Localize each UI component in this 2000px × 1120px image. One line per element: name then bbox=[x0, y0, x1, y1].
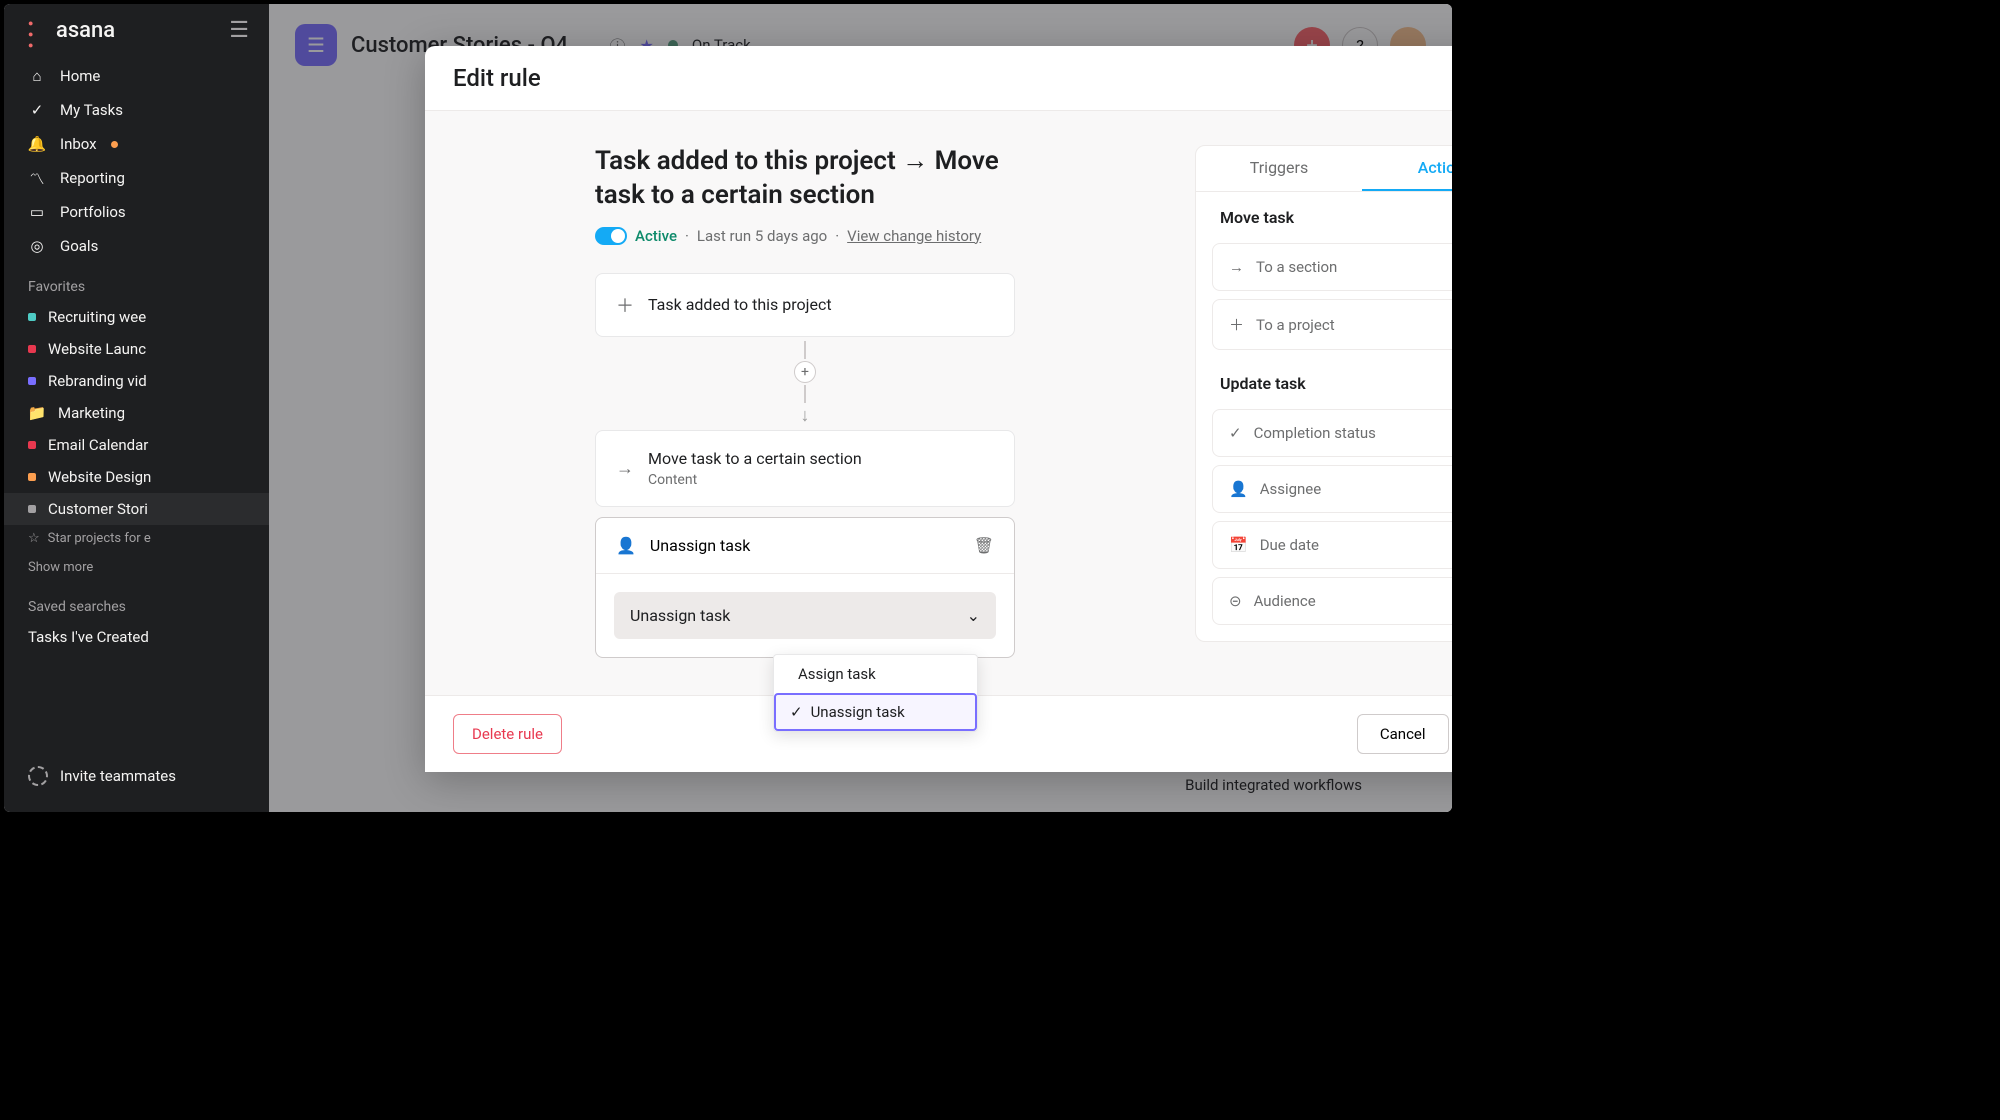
project-color-icon bbox=[28, 345, 36, 353]
project-color-icon bbox=[28, 473, 36, 481]
rule-status-row: Active · Last run 5 days ago · View chan… bbox=[595, 227, 1151, 245]
nav-my-tasks[interactable]: ✓My Tasks bbox=[4, 93, 269, 127]
rule-heading: Task added to this project → Move task t… bbox=[595, 145, 1015, 213]
action-subtitle: Content bbox=[648, 472, 862, 488]
cancel-button[interactable]: Cancel bbox=[1357, 714, 1449, 754]
home-icon: ⌂ bbox=[28, 67, 46, 85]
calendar-icon: 📅 bbox=[1229, 536, 1248, 554]
unread-dot-icon bbox=[111, 141, 118, 148]
trigger-label: Task added to this project bbox=[648, 295, 832, 314]
modal-body: Task added to this project → Move task t… bbox=[425, 111, 1452, 695]
active-toggle[interactable] bbox=[595, 227, 627, 245]
project-color-icon bbox=[28, 313, 36, 321]
chevron-down-circle-icon: ⊝ bbox=[1229, 592, 1242, 610]
delete-rule-button[interactable]: Delete rule bbox=[453, 714, 562, 754]
tab-actions[interactable]: Actions bbox=[1362, 146, 1452, 191]
check-circle-icon: ✓ bbox=[1229, 424, 1242, 442]
chevron-down-icon: ⌄ bbox=[967, 606, 980, 625]
modal-header: Edit rule ✕ bbox=[425, 46, 1452, 111]
assignee-dropdown: Assign task ✓ Unassign task bbox=[773, 654, 978, 732]
action-to-section[interactable]: →To a section bbox=[1212, 243, 1452, 291]
action-audience[interactable]: ⊝Audience bbox=[1212, 577, 1452, 625]
trigger-card[interactable]: ＋ Task added to this project bbox=[595, 273, 1015, 337]
star-icon: ☆ bbox=[28, 531, 40, 546]
fav-customer-stories[interactable]: Customer Stori bbox=[4, 493, 269, 525]
action-to-project[interactable]: ＋To a project bbox=[1212, 299, 1452, 350]
select-value: Unassign task bbox=[630, 606, 730, 625]
unassign-title: Unassign task bbox=[650, 536, 750, 555]
nav-home[interactable]: ⌂Home bbox=[4, 59, 269, 93]
saved-search-tasks-created[interactable]: Tasks I've Created bbox=[4, 621, 269, 653]
asana-logo-icon bbox=[28, 20, 50, 42]
folder-icon: 📁 bbox=[28, 404, 46, 422]
check-circle-icon: ✓ bbox=[28, 101, 46, 119]
plus-icon: ＋ bbox=[1229, 314, 1244, 335]
arrow-right-icon: → bbox=[616, 458, 634, 479]
action-card-unassign: 👤 Unassign task 🗑 Unassign task ⌄ bbox=[595, 517, 1015, 658]
invite-teammates[interactable]: Invite teammates bbox=[4, 754, 269, 798]
saved-searches-label: Saved searches bbox=[4, 583, 269, 621]
nav-goals[interactable]: ◎Goals bbox=[4, 229, 269, 263]
check-icon: ✓ bbox=[790, 703, 803, 721]
modal-title: Edit rule bbox=[453, 64, 541, 92]
section-update-task: Update task bbox=[1196, 358, 1452, 401]
fav-website-design[interactable]: Website Design bbox=[4, 461, 269, 493]
flow-connector: + ↓ bbox=[595, 337, 1015, 430]
arrow-right-icon: → bbox=[1229, 258, 1244, 276]
section-move-task: Move task bbox=[1196, 192, 1452, 235]
show-more-button[interactable]: Show more bbox=[4, 552, 269, 583]
unassign-header: 👤 Unassign task 🗑 bbox=[596, 518, 1014, 574]
edit-rule-modal: Edit rule ✕ Task added to this project →… bbox=[425, 46, 1452, 772]
actions-panel: Triggers Actions Move task →To a section… bbox=[1195, 145, 1452, 642]
project-color-icon bbox=[28, 441, 36, 449]
tab-triggers[interactable]: Triggers bbox=[1196, 146, 1362, 191]
arrow-down-icon: ↓ bbox=[801, 405, 810, 426]
fav-website-launch[interactable]: Website Launc bbox=[4, 333, 269, 365]
action-card-move[interactable]: → Move task to a certain section Content bbox=[595, 430, 1015, 507]
plus-icon: ＋ bbox=[616, 292, 634, 318]
briefcase-icon: ▭ bbox=[28, 203, 46, 221]
star-hint: ☆Star projects for e bbox=[4, 525, 269, 552]
fav-recruiting[interactable]: Recruiting wee bbox=[4, 301, 269, 333]
action-assignee[interactable]: 👤Assignee bbox=[1212, 465, 1452, 513]
view-history-link[interactable]: View change history bbox=[847, 227, 981, 245]
delete-action-button[interactable]: 🗑 bbox=[974, 536, 994, 555]
panel-tabs: Triggers Actions bbox=[1196, 146, 1452, 192]
project-color-icon bbox=[28, 505, 36, 513]
action-title: Move task to a certain section bbox=[648, 449, 862, 468]
person-icon: 👤 bbox=[1229, 480, 1248, 498]
dropdown-option-unassign[interactable]: ✓ Unassign task bbox=[774, 693, 977, 731]
dropdown-option-assign[interactable]: Assign task bbox=[774, 655, 977, 693]
sidebar: asana ☰ ⌂Home ✓My Tasks 🔔Inbox 〽Reportin… bbox=[4, 4, 269, 812]
invite-icon bbox=[28, 766, 48, 786]
chart-line-icon: 〽 bbox=[28, 169, 46, 187]
rule-flow-column: Task added to this project → Move task t… bbox=[425, 145, 1195, 695]
project-color-icon bbox=[28, 377, 36, 385]
logo: asana ☰ bbox=[4, 18, 269, 59]
fav-email-calendar[interactable]: Email Calendar bbox=[4, 429, 269, 461]
last-run-text: Last run 5 days ago bbox=[697, 227, 827, 245]
main-content: ☰ Customer Stories - Q4 ⌄ ⓘ ★ On Track +… bbox=[269, 4, 1452, 812]
target-icon: ◎ bbox=[28, 237, 46, 255]
nav-portfolios[interactable]: ▭Portfolios bbox=[4, 195, 269, 229]
assignee-select[interactable]: Unassign task ⌄ bbox=[614, 592, 996, 639]
collapse-sidebar-icon[interactable]: ☰ bbox=[229, 18, 249, 43]
add-step-button[interactable]: + bbox=[794, 361, 816, 383]
bell-icon: 🔔 bbox=[28, 135, 46, 153]
person-icon: 👤 bbox=[616, 536, 636, 555]
fav-rebranding[interactable]: Rebranding vid bbox=[4, 365, 269, 397]
logo-text: asana bbox=[56, 18, 115, 43]
action-due-date[interactable]: 📅Due date bbox=[1212, 521, 1452, 569]
fav-marketing[interactable]: 📁Marketing bbox=[4, 397, 269, 429]
action-completion-status[interactable]: ✓Completion status bbox=[1212, 409, 1452, 457]
nav-reporting[interactable]: 〽Reporting bbox=[4, 161, 269, 195]
active-label: Active bbox=[635, 227, 677, 245]
nav-inbox[interactable]: 🔔Inbox bbox=[4, 127, 269, 161]
favorites-label: Favorites bbox=[4, 263, 269, 301]
